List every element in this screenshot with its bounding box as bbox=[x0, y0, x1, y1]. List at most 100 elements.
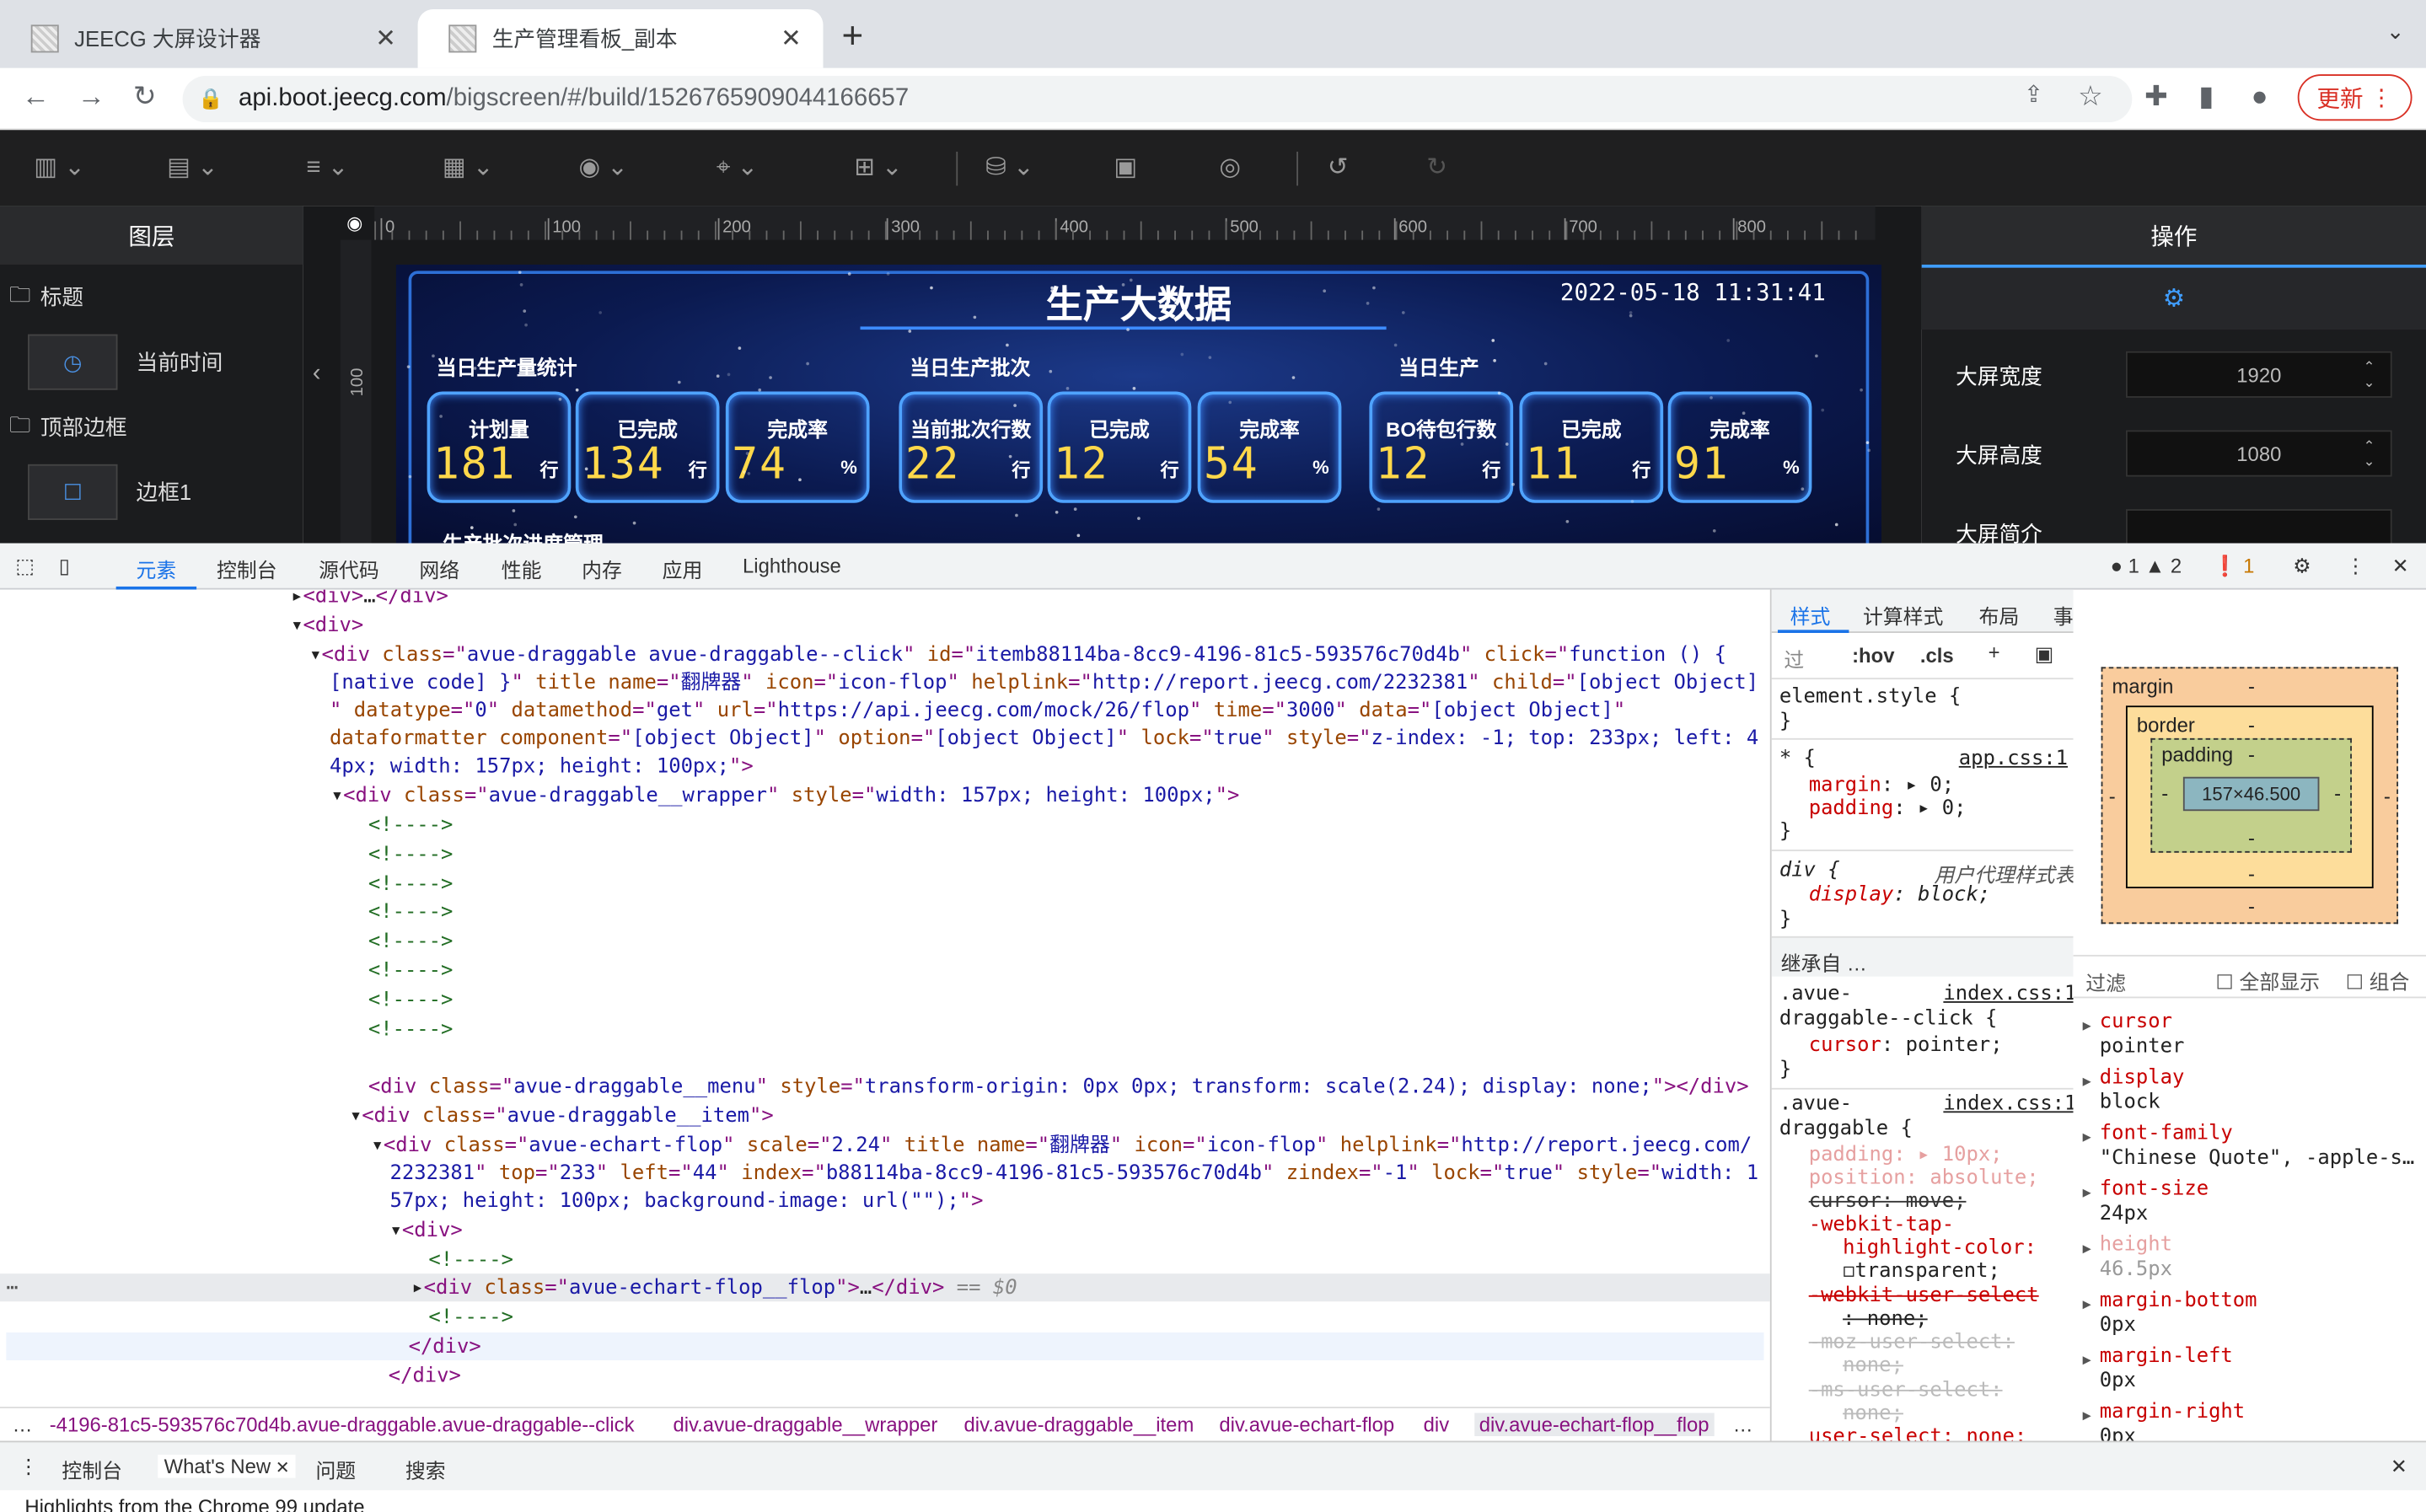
expand-icon[interactable]: ▸ bbox=[2083, 1294, 2091, 1314]
more-icon[interactable]: … bbox=[13, 1413, 33, 1436]
devtools-tab[interactable]: Lighthouse bbox=[743, 554, 841, 577]
dom-comment[interactable]: <!----> bbox=[368, 842, 454, 870]
more-icon[interactable]: ⋯ bbox=[6, 1275, 18, 1303]
settings-tab[interactable]: ⚙ bbox=[1921, 264, 2426, 330]
dom-node[interactable]: ▾<div class="avue-draggable avue-draggab… bbox=[309, 642, 1726, 670]
new-tab-icon[interactable]: + bbox=[842, 15, 864, 58]
expand-icon[interactable]: ▸ bbox=[2083, 1071, 2091, 1091]
computed-property[interactable]: margin-bottom 0px bbox=[2100, 1289, 2257, 1339]
inspect-icon[interactable]: ⬚ bbox=[15, 554, 35, 578]
more-icon[interactable]: ⋮ bbox=[2346, 554, 2366, 578]
computed-property[interactable]: display block bbox=[2100, 1066, 2185, 1116]
computed-filter-input[interactable]: 过滤 bbox=[2085, 968, 2126, 997]
devtools-tab[interactable]: 元素 bbox=[137, 554, 177, 583]
chart-icon[interactable]: ▥ ⌄ bbox=[34, 152, 85, 183]
browser-tab-active[interactable]: 生产管理看板_副本 ✕ bbox=[417, 9, 824, 68]
collapse-left-icon[interactable]: ‹ bbox=[313, 361, 321, 389]
more-icon[interactable]: ⋮ bbox=[19, 1455, 39, 1479]
url-input[interactable]: 🔒 api.boot.jeecg.com/bigscreen/#/build/1… bbox=[182, 75, 2133, 123]
drawer-tab[interactable]: 控制台 bbox=[62, 1455, 122, 1484]
close-icon[interactable]: ✕ bbox=[2392, 554, 2409, 578]
dom-comment[interactable]: <!----> bbox=[368, 899, 454, 927]
chevron-down-icon[interactable]: ⌄ bbox=[2386, 19, 2405, 45]
layer-item[interactable]: ◷ 当前时间 bbox=[0, 330, 303, 394]
styles-tab[interactable]: 计算样式 bbox=[1863, 600, 1943, 630]
expand-icon[interactable]: ▸ bbox=[2083, 1349, 2091, 1370]
drawer-tab[interactable]: 搜索 bbox=[405, 1455, 446, 1484]
layer-group[interactable]: 🗀 标题 bbox=[0, 265, 303, 330]
filter-input[interactable]: 过 bbox=[1784, 644, 1804, 673]
avatar[interactable]: ● bbox=[2252, 80, 2268, 113]
expand-icon[interactable]: ▸ bbox=[2083, 1182, 2091, 1203]
breadcrumb-item[interactable]: div.avue-echart-flop bbox=[1219, 1413, 1394, 1436]
stat-card[interactable]: 计划量 181 行 bbox=[427, 391, 572, 503]
show-all-checkbox[interactable]: ☐ 全部显示 bbox=[2215, 966, 2320, 995]
computed-property[interactable]: height 46.5px bbox=[2100, 1233, 2172, 1283]
forward-icon[interactable]: → bbox=[78, 80, 105, 113]
bigscreen-preview[interactable]: 生产大数据 2022-05-18 11:31:41 当日生产量统计 计划量 181 行… bbox=[395, 264, 1881, 544]
eye-icon[interactable]: ◉ bbox=[346, 212, 362, 234]
dom-comment[interactable]: <!----> bbox=[428, 1305, 513, 1332]
dom-node[interactable]: ▾<div> bbox=[291, 613, 363, 641]
layer-group[interactable]: 🗀 顶部边框 bbox=[0, 394, 303, 459]
breadcrumb-item[interactable]: div.avue-echart-flop__flop bbox=[1474, 1413, 1715, 1436]
drawer-tab[interactable]: 问题 bbox=[315, 1455, 356, 1484]
reload-icon[interactable]: ↻ bbox=[133, 80, 157, 113]
hov-toggle[interactable]: :hov bbox=[1852, 644, 1894, 668]
computed-property[interactable]: cursor pointer bbox=[2100, 1011, 2185, 1060]
devtools-tab[interactable]: 应用 bbox=[663, 554, 703, 583]
media-icon[interactable]: ◉ ⌄ bbox=[578, 152, 627, 183]
devtools-tab[interactable]: 源代码 bbox=[319, 554, 379, 583]
computed-property[interactable]: font-family "Chinese Quote", -apple-s… bbox=[2100, 1122, 2415, 1172]
table-icon[interactable]: ▦ ⌄ bbox=[443, 152, 494, 183]
devtools-tab[interactable]: 性能 bbox=[502, 554, 542, 583]
box-content[interactable]: 157×46.500 bbox=[2182, 776, 2320, 812]
breadcrumb-item[interactable]: div.avue-draggable__item bbox=[964, 1413, 1194, 1436]
more-icon[interactable]: … bbox=[1733, 1413, 1753, 1436]
stat-card[interactable]: 已完成 12 行 bbox=[1047, 391, 1192, 503]
paint-icon[interactable]: ▤ ⌄ bbox=[167, 152, 218, 183]
styles-tab[interactable]: 布局 bbox=[1979, 600, 2020, 630]
stat-card[interactable]: 已完成 134 行 bbox=[575, 391, 720, 503]
group-checkbox[interactable]: ☐ 组合 bbox=[2346, 966, 2410, 995]
text-icon[interactable]: ≡ ⌄ bbox=[306, 152, 348, 183]
stat-card[interactable]: 完成率 74% bbox=[725, 391, 870, 503]
back-icon[interactable]: ← bbox=[22, 80, 50, 113]
dom-comment[interactable]: <!----> bbox=[428, 1247, 513, 1275]
dom-node[interactable]: ▾<div class="avue-draggable__item"> bbox=[350, 1103, 774, 1131]
computed-property[interactable]: font-size 24px bbox=[2100, 1177, 2209, 1227]
expand-icon[interactable]: ▸ bbox=[2083, 1405, 2091, 1425]
dom-comment[interactable]: <!----> bbox=[368, 1016, 454, 1044]
error-count[interactable]: ● 1 ▲ 2 bbox=[2111, 554, 2182, 577]
dom-comment[interactable]: <!----> bbox=[368, 929, 454, 957]
layer-item[interactable]: ☐ 边框1 bbox=[0, 459, 303, 524]
star-icon[interactable]: ☆ bbox=[2078, 80, 2103, 113]
redo-icon[interactable]: ↻ bbox=[1426, 152, 1447, 183]
dom-node[interactable]: ▸<div>…</div> bbox=[291, 590, 448, 612]
sidepanel-icon[interactable]: ▮ bbox=[2198, 80, 2214, 113]
dom-comment[interactable]: <!----> bbox=[368, 958, 454, 986]
expand-icon[interactable]: ▸ bbox=[2083, 1238, 2091, 1258]
stat-card[interactable]: BO待包行数 12 行 bbox=[1369, 391, 1514, 503]
extensions-icon[interactable]: ✚ bbox=[2144, 80, 2168, 113]
expand-icon[interactable]: ▸ bbox=[2083, 1127, 2091, 1147]
save-icon[interactable]: ▣ bbox=[1114, 152, 1138, 183]
breadcrumb-item[interactable]: div.avue-draggable__wrapper bbox=[673, 1413, 937, 1436]
devtools-tab[interactable]: 网络 bbox=[419, 554, 459, 583]
grid-icon[interactable]: ⊞ ⌄ bbox=[854, 152, 902, 183]
close-icon[interactable]: ✕ bbox=[2391, 1455, 2407, 1479]
dom-comment[interactable]: <!----> bbox=[368, 987, 454, 1015]
stat-card[interactable]: 已完成 11 行 bbox=[1519, 391, 1664, 503]
dom-node-selected[interactable]: ▸<div class="avue-echart-flop__flop">…</… bbox=[411, 1275, 1017, 1303]
computed-property[interactable]: margin-left 0px bbox=[2100, 1345, 2233, 1395]
update-button[interactable]: 更新 ⋮ bbox=[2297, 74, 2413, 121]
close-icon[interactable]: ✕ bbox=[375, 24, 396, 55]
stat-card[interactable]: 完成率 54% bbox=[1197, 391, 1342, 503]
dom-comment[interactable]: <!----> bbox=[368, 812, 454, 840]
screen-height-input[interactable]: 1080 ⌃ ⌄ bbox=[2125, 430, 2392, 477]
share-icon[interactable]: ⇪ bbox=[2024, 80, 2043, 108]
dom-node[interactable]: ▾<div class="avue-echart-flop" scale="2.… bbox=[372, 1133, 1752, 1161]
gear-icon[interactable]: ⚙ bbox=[2293, 554, 2311, 578]
stat-card[interactable]: 完成率 91% bbox=[1667, 391, 1812, 503]
dom-node[interactable]: ▾<div> bbox=[390, 1218, 463, 1246]
